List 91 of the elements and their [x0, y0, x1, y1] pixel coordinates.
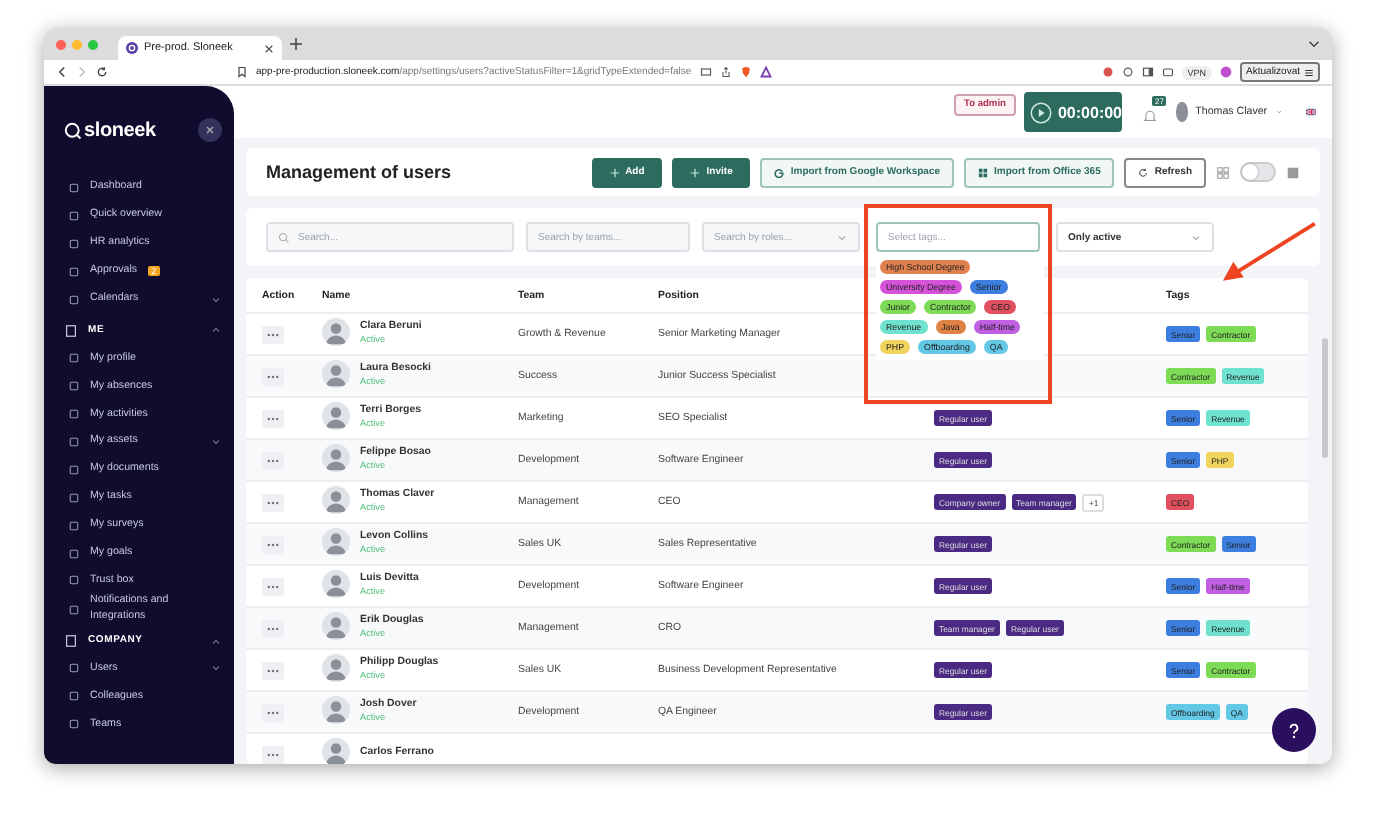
- avatar-icon: [322, 444, 350, 472]
- more-icon: [266, 415, 280, 421]
- site-icon: [126, 42, 138, 54]
- grid-view-icon[interactable]: [1216, 165, 1230, 179]
- more-icon: [266, 709, 280, 715]
- menu-icon: [1304, 67, 1314, 77]
- plus-icon: [609, 167, 620, 177]
- avatar-icon: [322, 696, 350, 724]
- more-button[interactable]: [262, 367, 284, 385]
- menu-item-icon: [68, 265, 80, 278]
- menu-item-icon: [68, 209, 80, 222]
- close-icon[interactable]: [264, 43, 274, 53]
- avatar-icon: [322, 612, 350, 640]
- sidebar-icon[interactable]: [1141, 66, 1154, 78]
- wallet-icon[interactable]: [1161, 66, 1174, 78]
- share-icon[interactable]: [719, 66, 732, 78]
- menu-item-icon: [68, 237, 80, 250]
- menu-item-icon: [68, 380, 80, 393]
- menu-item-icon: [68, 574, 80, 587]
- avatar-icon: [322, 654, 350, 682]
- more-icon: [266, 751, 280, 757]
- menu-item-icon: [68, 603, 80, 615]
- close-window-button[interactable]: [56, 39, 66, 49]
- more-button[interactable]: [262, 661, 284, 679]
- flag-icon[interactable]: [1305, 106, 1316, 118]
- menu-item-icon: [68, 463, 80, 476]
- menu-item-icon: [68, 662, 80, 675]
- chevron-down-icon: [836, 231, 848, 243]
- more-icon: [266, 625, 280, 631]
- search-icon: [278, 231, 290, 243]
- menu-item-icon: [68, 293, 80, 305]
- reload-icon[interactable]: [96, 66, 108, 78]
- more-icon: [266, 541, 280, 547]
- close-icon: [204, 124, 216, 136]
- menu-item-icon: [68, 181, 80, 194]
- more-icon: [266, 583, 280, 589]
- avatar-icon: [322, 318, 350, 346]
- back-icon[interactable]: [56, 66, 68, 78]
- avatar-icon: [322, 528, 350, 556]
- menu-item-icon: [68, 519, 80, 532]
- play-icon[interactable]: [1029, 101, 1052, 123]
- page-title: Management of users: [266, 162, 452, 182]
- more-button[interactable]: [262, 619, 284, 637]
- chevron-down-icon[interactable]: [1308, 38, 1320, 50]
- refresh-icon: [1138, 167, 1149, 177]
- more-button[interactable]: [262, 535, 284, 553]
- close-sidebar-button[interactable]: [198, 118, 222, 142]
- menu-item-icon: [68, 491, 80, 504]
- more-icon: [266, 331, 280, 337]
- more-icon: [266, 457, 280, 463]
- more-button[interactable]: [262, 451, 284, 469]
- section-icon: [64, 323, 78, 338]
- more-icon: [266, 499, 280, 505]
- menu-item-icon: [68, 547, 80, 560]
- logo-icon: [64, 121, 82, 139]
- question-icon: [1284, 719, 1304, 741]
- more-icon: [266, 667, 280, 673]
- avatar-icon: [322, 402, 350, 430]
- menu-item-icon: [68, 690, 80, 703]
- grid-icon: [978, 167, 989, 177]
- more-icon: [266, 373, 280, 379]
- chevron-down-icon: [1190, 231, 1202, 243]
- triangle-icon[interactable]: [759, 66, 772, 78]
- menu-item-icon: [68, 718, 80, 731]
- plus-icon: [690, 167, 701, 177]
- bell-icon[interactable]: [1142, 108, 1159, 124]
- logo: sloneek: [84, 119, 156, 141]
- g-icon: [774, 167, 785, 177]
- bookmark-icon[interactable]: [236, 66, 248, 78]
- more-button[interactable]: [262, 409, 284, 427]
- shield-icon[interactable]: [739, 66, 752, 78]
- profile-avatar-icon[interactable]: [1220, 66, 1233, 78]
- screen-icon[interactable]: [699, 66, 712, 78]
- avatar-icon[interactable]: [1176, 102, 1188, 122]
- avatar-icon: [322, 738, 350, 764]
- avatar-icon: [322, 360, 350, 388]
- view-toggle[interactable]: [1240, 162, 1276, 182]
- more-button[interactable]: [262, 703, 284, 721]
- more-button[interactable]: [262, 493, 284, 511]
- avatar-icon: [322, 486, 350, 514]
- more-button[interactable]: [262, 745, 284, 763]
- menu-item-icon: [68, 435, 80, 448]
- more-button[interactable]: [262, 577, 284, 595]
- list-view-icon[interactable]: [1286, 165, 1300, 179]
- timer[interactable]: 00:00:00: [1023, 92, 1123, 132]
- menu-item-icon: [68, 352, 80, 365]
- new-tab-icon[interactable]: [290, 38, 302, 50]
- menu-item-icon: [68, 408, 80, 421]
- more-button[interactable]: [262, 325, 284, 343]
- avatar-icon: [322, 570, 350, 598]
- section-icon: [64, 634, 78, 649]
